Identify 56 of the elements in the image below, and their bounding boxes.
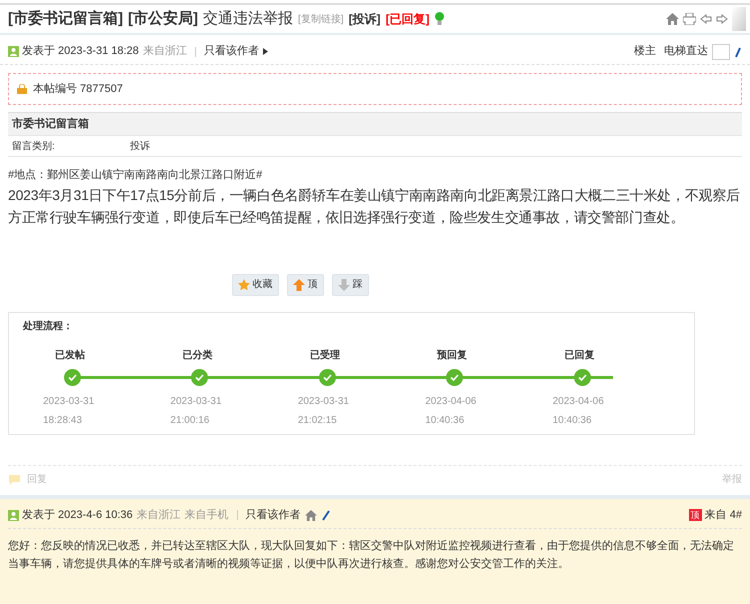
top-badge: 顶	[688, 509, 702, 521]
department-link[interactable]: [市公安局]	[128, 8, 198, 30]
step-date: 2023-03-31	[298, 394, 349, 408]
reply-body: 您好：您反映的情况已收悉，并已转达至辖区大队，现大队回复如下：辖区交警中队对附近监控视频进行查看，由于您提供的信息不够全面，无法确定当事车辆，请您提供具体的车牌号或者清晰的视频等证据，以便中队再次进行核查。感谢您对公安交管工作的关注。	[8, 538, 735, 572]
info-table-title: 市委书记留言箱	[8, 113, 742, 135]
printer-icon[interactable]	[683, 13, 696, 25]
reply-device: 来自手机	[184, 508, 229, 523]
reply-date: 发表于 2023-4-6 10:36	[22, 508, 133, 523]
arrow-left-icon[interactable]	[700, 14, 712, 24]
only-author-link[interactable]: 只看该作者	[204, 43, 268, 60]
arrow-right-icon[interactable]	[716, 14, 728, 24]
step-label: 已分类	[182, 348, 212, 362]
step-date: 2023-03-31	[170, 394, 222, 408]
thread-title: 交通违法举报	[203, 8, 293, 29]
process-title: 处理流程：	[23, 319, 74, 334]
status-tag: [已回复]	[386, 10, 430, 28]
step-time: 18:28:43	[43, 414, 82, 428]
step-time: 10:40:36	[425, 414, 464, 428]
post-location: 来自浙江	[142, 44, 187, 60]
triangle-right-icon[interactable]	[262, 48, 268, 55]
step-label: 已受理	[310, 348, 340, 362]
floor-input[interactable]	[712, 44, 730, 60]
arrow-down-icon	[338, 278, 350, 290]
user-icon	[8, 510, 19, 520]
home-icon[interactable]	[304, 510, 317, 520]
category-tag: [投诉]	[348, 10, 381, 28]
step-label: 已回复	[564, 348, 595, 362]
step-label: 预回复	[437, 348, 468, 362]
lock-icon	[17, 84, 27, 94]
step-date: 2023-04-06	[425, 394, 476, 408]
star-icon	[238, 278, 250, 290]
lightbulb-icon	[434, 12, 444, 26]
forum-link[interactable]: [市委书记留言箱]	[8, 8, 123, 30]
field-value: 投诉	[130, 140, 150, 154]
user-icon	[8, 46, 19, 57]
step-label: 已发帖	[55, 348, 85, 362]
favorite-button[interactable]: 收藏	[232, 274, 278, 296]
only-author-link[interactable]: 只看该作者	[246, 506, 301, 524]
step-time: 21:02:15	[298, 414, 337, 428]
down-button[interactable]: 踩	[332, 274, 368, 296]
floor-number: 来自 4#	[704, 508, 742, 523]
step-time: 10:40:36	[552, 414, 592, 428]
location-text: #地点：鄞州区姜山镇宁南南路南向北景江路口附近#	[8, 168, 264, 183]
post-number: 本帖编号 7877507	[33, 82, 123, 97]
up-button[interactable]: 顶	[286, 274, 324, 296]
step-time: 21:00:16	[170, 414, 210, 428]
reply-location: 来自浙江	[136, 508, 181, 523]
post-body: 2023年3月31日下午17点15分前后，一辆白色名爵轿车在姜山镇宁南南路南向北距离景江路口大概二三十米处，不观察后方正常行驶车辆强行变道，即使后车已经鸣笛提醒，依旧选择强行变道，险些发生交通事故，请交警部门查处。	[8, 186, 742, 226]
field-label: 留言类别:	[12, 140, 56, 154]
step-date: 2023-04-06	[552, 394, 604, 408]
step-date: 2023-03-31	[43, 394, 94, 408]
floor-label: 楼主	[634, 44, 656, 60]
arrow-up-icon	[292, 278, 304, 290]
post-date: 发表于 2023-3-31 18:28	[22, 44, 139, 60]
jump-label: 电梯直达	[664, 44, 708, 60]
home-icon[interactable]	[666, 13, 679, 25]
